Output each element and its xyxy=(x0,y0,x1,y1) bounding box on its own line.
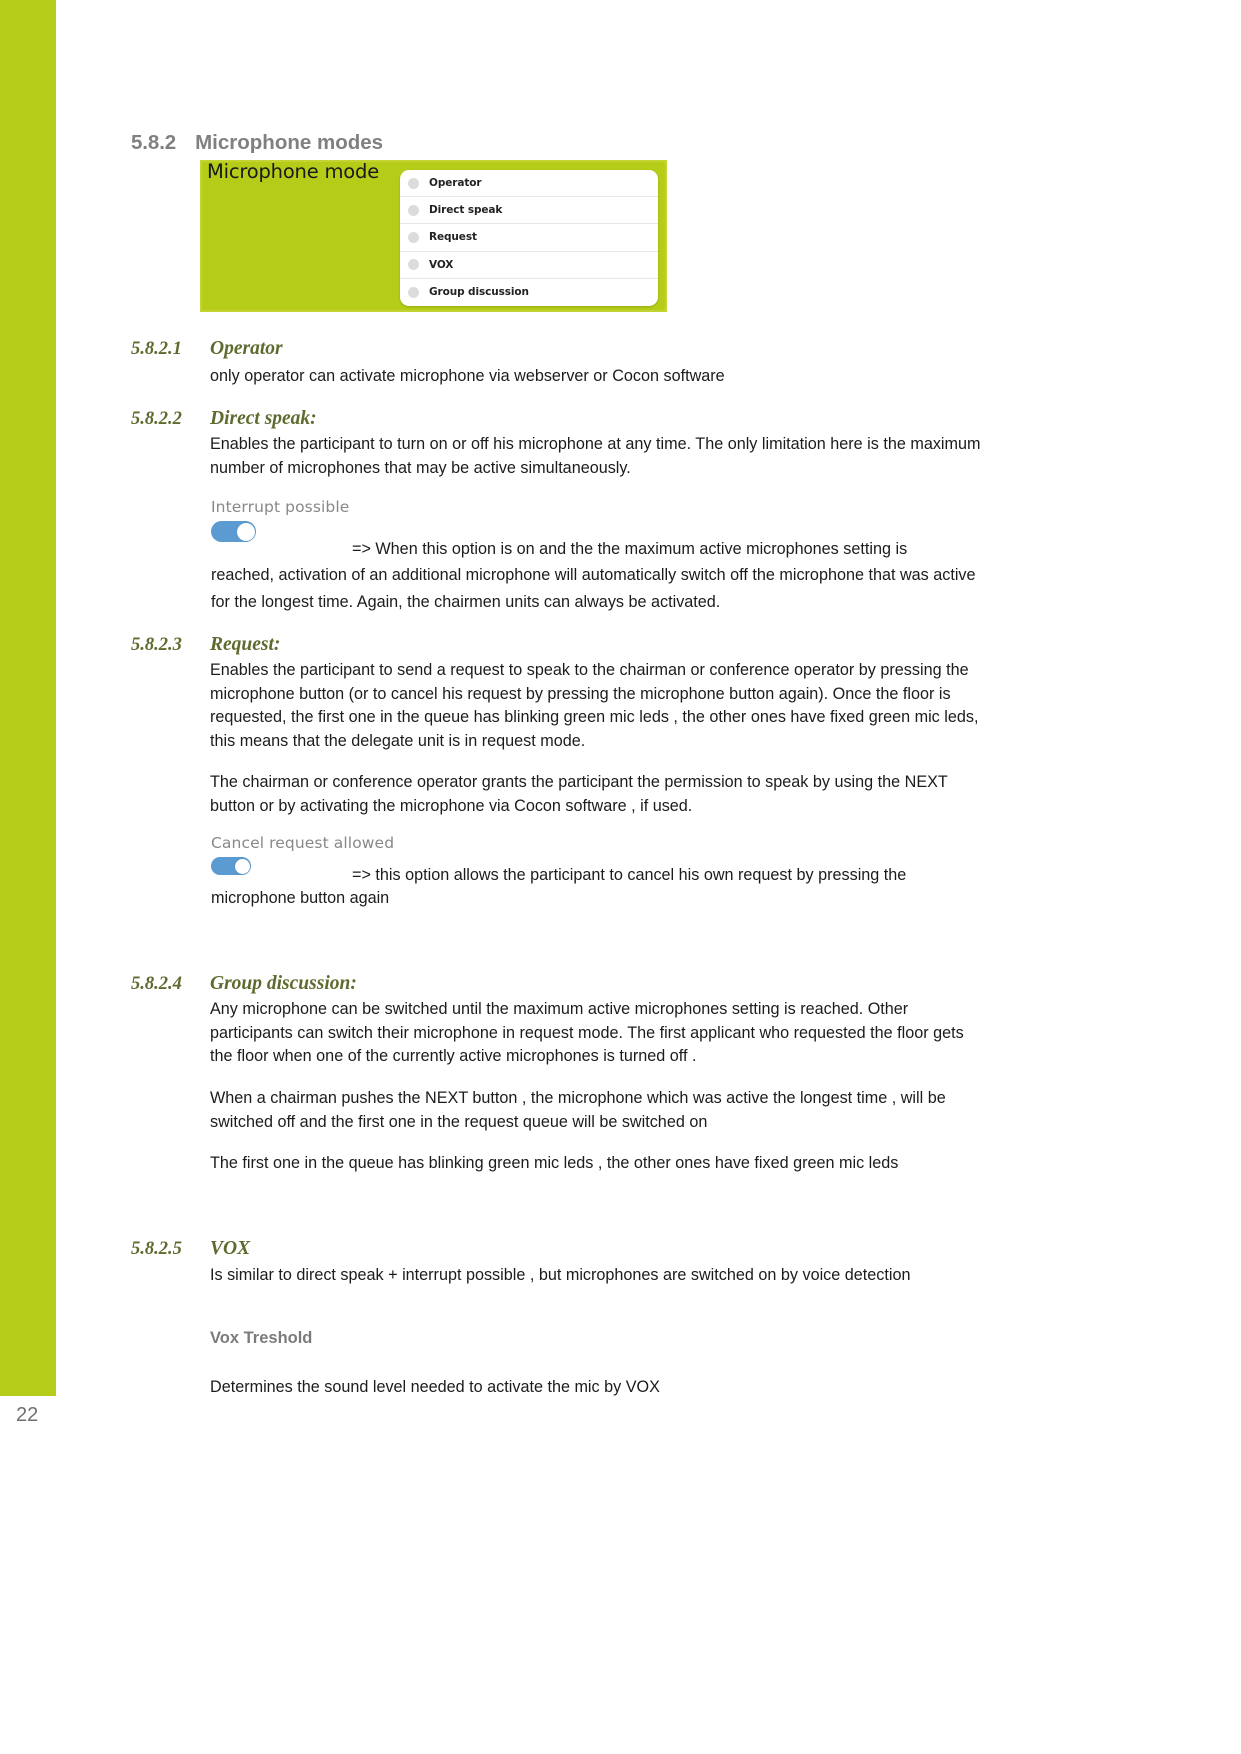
option-label: Group discussion xyxy=(429,286,529,299)
option-label: VOX xyxy=(429,258,454,271)
option-row-operator[interactable]: Operator xyxy=(400,170,658,198)
subsection-title: Request: xyxy=(210,634,281,655)
interrupt-possible-toggle[interactable] xyxy=(211,521,256,542)
subsection-heading-5-8-2-4: 5.8.2.4 Group discussion: xyxy=(131,973,357,995)
option-row-group-discussion[interactable]: Group discussion xyxy=(400,279,658,306)
page-number: 22 xyxy=(16,1404,39,1426)
subsection-heading-5-8-2-5: 5.8.2.5 VOX xyxy=(131,1238,250,1260)
vox-threshold-description: Determines the sound level needed to act… xyxy=(210,1378,660,1396)
option-row-vox[interactable]: VOX xyxy=(400,252,658,279)
subsection-heading-5-8-2-3: 5.8.2.3 Request: xyxy=(131,634,280,656)
interrupt-possible-description-rest: reached, activation of an additional mic… xyxy=(211,566,976,611)
subsection-number: 5.8.2.3 xyxy=(131,635,182,655)
section-heading-5-8-2: 5.8.2 Microphone modes xyxy=(131,131,383,155)
paragraph-vox: Is similar to direct speak + interrupt p… xyxy=(210,1266,911,1284)
toggle-knob-icon xyxy=(234,858,250,874)
interrupt-possible-label: Interrupt possible xyxy=(211,498,350,516)
cancel-request-allowed-label: Cancel request allowed xyxy=(211,834,395,852)
microphone-mode-screenshot: Microphone mode Operator Direct speak Re… xyxy=(200,160,667,312)
microphone-mode-option-list[interactable]: Operator Direct speak Request VOX Group … xyxy=(400,170,658,306)
paragraph-request-2: The chairman or conference operator gran… xyxy=(210,773,948,815)
microphone-mode-panel-label: Microphone mode xyxy=(207,160,380,183)
interrupt-possible-description-line1: => When this option is on and the the ma… xyxy=(352,540,908,558)
subsection-heading-5-8-2-1: 5.8.2.1 Operator xyxy=(131,338,283,360)
paragraph-group-discussion-3: The first one in the queue has blinking … xyxy=(210,1154,899,1172)
subsection-title: VOX xyxy=(210,1238,251,1259)
paragraph-group-discussion-2: When a chairman pushes the NEXT button ,… xyxy=(210,1089,946,1131)
section-heading-number: 5.8.2 xyxy=(131,131,177,154)
radio-icon[interactable] xyxy=(408,231,419,243)
subsection-title: Operator xyxy=(210,338,283,359)
subsection-number: 5.8.2.4 xyxy=(131,974,182,994)
option-label: Direct speak xyxy=(429,204,503,217)
subsection-title: Group discussion: xyxy=(210,973,357,994)
paragraph-operator: only operator can activate microphone vi… xyxy=(210,367,725,385)
radio-icon[interactable] xyxy=(408,259,419,271)
paragraph-request-1: Enables the participant to send a reques… xyxy=(210,661,979,750)
subsection-number: 5.8.2.5 xyxy=(131,1239,182,1259)
paragraph-group-discussion-1: Any microphone can be switched until the… xyxy=(210,1000,964,1066)
radio-icon[interactable] xyxy=(408,177,419,189)
subsection-number: 5.8.2.2 xyxy=(131,409,182,429)
cancel-request-allowed-toggle[interactable] xyxy=(211,857,251,875)
radio-icon[interactable] xyxy=(408,286,419,298)
radio-icon[interactable] xyxy=(408,204,419,216)
option-label: Request xyxy=(429,231,477,244)
paragraph-direct-speak: Enables the participant to turn on or of… xyxy=(210,435,981,477)
interrupt-possible-toggle-screenshot: Interrupt possible xyxy=(211,498,349,542)
option-label: Operator xyxy=(429,177,482,190)
option-row-request[interactable]: Request xyxy=(400,224,658,252)
page-title: Microphone modes xyxy=(195,131,384,154)
page-accent-bar xyxy=(0,0,56,1396)
cancel-request-description-line1: => this option allows the participant to… xyxy=(352,866,907,884)
cancel-request-description-rest: microphone button again xyxy=(211,889,390,907)
vox-threshold-label: Vox Treshold xyxy=(210,1329,313,1347)
toggle-knob-icon xyxy=(236,522,255,541)
option-row-direct-speak[interactable]: Direct speak xyxy=(400,197,658,225)
subsection-number: 5.8.2.1 xyxy=(131,339,182,359)
subsection-heading-5-8-2-2: 5.8.2.2 Direct speak: xyxy=(131,408,317,430)
subsection-title: Direct speak: xyxy=(210,408,317,429)
